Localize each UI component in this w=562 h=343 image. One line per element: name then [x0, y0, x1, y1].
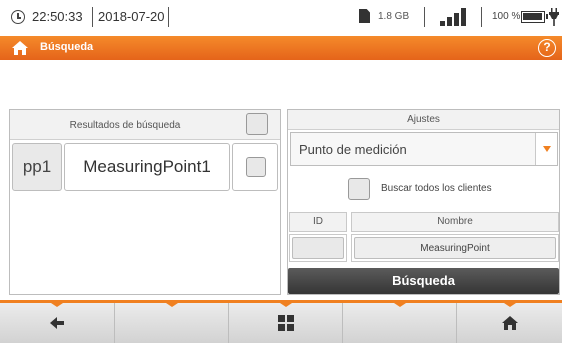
- battery-icon: [521, 11, 548, 23]
- results-header: Resultados de búsqueda: [10, 110, 280, 140]
- search-all-clients-checkbox[interactable]: [348, 178, 370, 200]
- search-type-select[interactable]: Punto de medición: [290, 132, 558, 166]
- back-button[interactable]: [0, 303, 115, 343]
- divider: [424, 7, 425, 27]
- plug-icon: [549, 8, 559, 26]
- grid-icon: [277, 315, 294, 331]
- bottom-nav: [0, 300, 562, 343]
- chevron-down-icon[interactable]: [535, 133, 557, 165]
- result-name[interactable]: MeasuringPoint1: [64, 143, 230, 191]
- result-checkbox[interactable]: [246, 157, 266, 177]
- status-bar: 22:50:33 2018-07-20 1.8 GB 100 %: [0, 0, 562, 34]
- search-all-clients-label: Buscar todos los clientes: [381, 183, 492, 194]
- search-type-value: Punto de medición: [299, 142, 407, 157]
- id-column-header: ID: [289, 212, 347, 232]
- home-button[interactable]: [457, 303, 562, 343]
- divider: [168, 7, 169, 27]
- search-results-panel: Resultados de búsqueda pp1 MeasuringPoin…: [9, 109, 281, 295]
- signal-icon: [440, 8, 470, 26]
- sd-card-icon: [359, 9, 370, 23]
- settings-panel: Ajustes Punto de medición Buscar todos l…: [287, 109, 560, 295]
- back-arrow-icon: [50, 317, 64, 329]
- nav-button-empty[interactable]: [115, 303, 229, 343]
- name-column-header: Nombre: [351, 212, 559, 232]
- settings-header: Ajustes: [288, 110, 559, 130]
- name-input[interactable]: MeasuringPoint: [354, 237, 556, 259]
- page-title: Búsqueda: [40, 41, 94, 53]
- search-button[interactable]: Búsqueda: [288, 268, 559, 294]
- name-field[interactable]: MeasuringPoint: [351, 234, 559, 262]
- storage-free: 1.8 GB: [378, 11, 410, 22]
- result-checkbox-cell[interactable]: [232, 143, 278, 191]
- result-id[interactable]: pp1: [12, 143, 62, 191]
- home-icon: [501, 316, 518, 330]
- result-row[interactable]: pp1 MeasuringPoint1: [12, 143, 278, 191]
- nav-button-empty[interactable]: [343, 303, 457, 343]
- menu-button[interactable]: [229, 303, 343, 343]
- results-header-label: Resultados de búsqueda: [69, 120, 181, 131]
- battery-percent: 100 %: [492, 11, 521, 22]
- divider: [92, 7, 93, 27]
- status-time: 22:50:33: [32, 9, 83, 24]
- status-date: 2018-07-20: [98, 9, 165, 24]
- home-icon[interactable]: [11, 40, 29, 56]
- clock-icon: [11, 10, 25, 24]
- id-field[interactable]: [289, 234, 347, 262]
- divider: [481, 7, 482, 27]
- help-icon[interactable]: ?: [538, 39, 556, 57]
- select-all-checkbox[interactable]: [246, 113, 268, 135]
- id-input[interactable]: [292, 237, 344, 259]
- title-bar: Búsqueda ?: [0, 36, 562, 60]
